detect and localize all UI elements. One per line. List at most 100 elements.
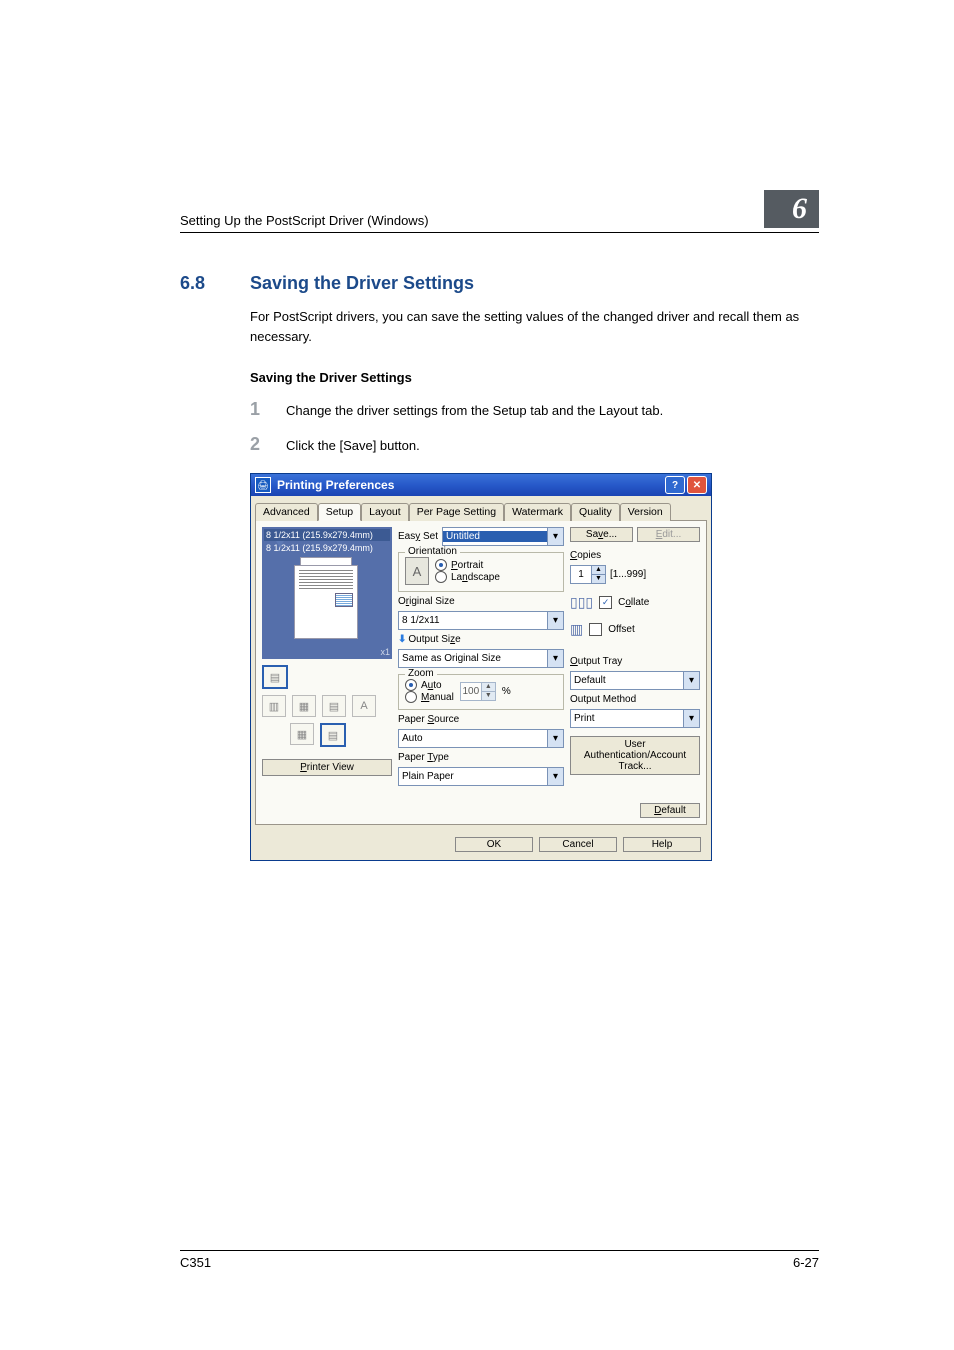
cancel-button[interactable]: Cancel xyxy=(539,837,617,852)
portrait-label: Portrait xyxy=(451,560,483,571)
zoom-spinner[interactable]: 100 ▲▼ xyxy=(460,682,496,701)
save-button[interactable]: Save... xyxy=(570,527,633,542)
preview-tool-row-1: ▤ xyxy=(262,665,392,689)
preview-pane: 8 1/2x11 (215.9x279.4mm) 8 1/2x11 (215.9… xyxy=(262,527,392,818)
tab-layout[interactable]: Layout xyxy=(361,503,409,521)
printing-preferences-dialog: 🖨 Printing Preferences ? ✕ Advanced Setu… xyxy=(250,473,712,861)
printer-view-label: Printer View xyxy=(300,762,354,773)
default-button[interactable]: Default xyxy=(640,803,700,818)
paper-source-label: Paper Source xyxy=(398,714,564,725)
chevron-down-icon[interactable]: ▾ xyxy=(547,730,563,747)
copies-x1-badge: x1 xyxy=(380,647,390,657)
intro-paragraph: For PostScript drivers, you can save the… xyxy=(250,307,819,346)
tab-setup[interactable]: Setup xyxy=(318,503,361,521)
preview-tool-row-2: ▥ ▦ ▤ A xyxy=(262,695,392,717)
easy-set-label: Easy Set xyxy=(398,531,438,542)
paper-type-combo[interactable]: Plain Paper ▾ xyxy=(398,767,564,786)
printer-view-button[interactable]: Printer View xyxy=(262,759,392,776)
tool-icon-5[interactable]: ▦ xyxy=(290,723,314,745)
step-text: Change the driver settings from the Setu… xyxy=(286,403,663,418)
offset-icon: ▥ xyxy=(570,621,583,638)
tool-icon-1[interactable]: ▥ xyxy=(262,695,286,717)
output-size-value: Same as Original Size xyxy=(399,653,547,664)
paper-preview: 8 1/2x11 (215.9x279.4mm) 8 1/2x11 (215.9… xyxy=(262,527,392,659)
original-size-value: 8 1/2x11 xyxy=(399,615,547,626)
copies-label: Copies xyxy=(570,550,700,561)
chevron-down-icon[interactable]: ▾ xyxy=(547,768,563,785)
tab-per-page-setting[interactable]: Per Page Setting xyxy=(409,503,504,521)
original-size-combo[interactable]: 8 1/2x11 ▾ xyxy=(398,611,564,630)
output-tray-value: Default xyxy=(571,675,683,686)
tab-version[interactable]: Version xyxy=(620,503,671,521)
original-size-label: Original Size xyxy=(398,596,564,607)
chevron-down-icon[interactable]: ▾ xyxy=(683,672,699,689)
tab-advanced[interactable]: Advanced xyxy=(255,503,318,521)
save-label: Save... xyxy=(586,529,617,540)
spin-down-icon[interactable]: ▼ xyxy=(592,574,605,583)
tab-strip: Advanced Setup Layout Per Page Setting W… xyxy=(255,502,707,521)
zoom-value: 100 xyxy=(461,683,481,700)
default-label: Default xyxy=(654,805,686,816)
close-icon[interactable]: ✕ xyxy=(687,476,707,494)
step-1: 1 Change the driver settings from the Se… xyxy=(250,399,819,420)
spin-up-icon[interactable]: ▲ xyxy=(592,566,605,574)
help-icon[interactable]: ? xyxy=(665,476,685,494)
chevron-down-icon[interactable]: ▾ xyxy=(547,612,563,629)
copies-spinner[interactable]: 1 ▲▼ xyxy=(570,565,606,584)
output-size-combo[interactable]: Same as Original Size ▾ xyxy=(398,649,564,668)
output-method-combo[interactable]: Print ▾ xyxy=(570,709,700,728)
running-header: Setting Up the PostScript Driver (Window… xyxy=(180,190,819,233)
preview-tool-row-3: ▦ ▤ xyxy=(262,723,392,747)
zoom-auto-label: Auto xyxy=(421,680,442,691)
landscape-radio[interactable]: Landscape xyxy=(435,571,500,583)
chevron-down-icon[interactable]: ▾ xyxy=(547,528,563,545)
page-mode-icon[interactable]: ▤ xyxy=(262,665,288,689)
paper-source-combo[interactable]: Auto ▾ xyxy=(398,729,564,748)
offset-label: Offset xyxy=(608,624,635,635)
sheet-front-icon xyxy=(294,565,358,639)
tab-quality[interactable]: Quality xyxy=(571,503,620,521)
zoom-unit: % xyxy=(502,686,511,697)
easy-set-combo[interactable]: Untitled ▾ xyxy=(442,527,564,546)
zoom-manual-radio[interactable]: Manual xyxy=(405,691,454,703)
output-method-label: Output Method xyxy=(570,694,700,705)
paper-type-value: Plain Paper xyxy=(399,771,547,782)
section-heading: 6.8 Saving the Driver Settings xyxy=(180,273,819,294)
step-number: 1 xyxy=(250,399,286,420)
dialog-title: Printing Preferences xyxy=(277,478,663,492)
tool-icon-3[interactable]: ▤ xyxy=(322,695,346,717)
offset-checkbox[interactable] xyxy=(589,623,602,636)
titlebar[interactable]: 🖨 Printing Preferences ? ✕ xyxy=(251,474,711,496)
tool-icon-6[interactable]: ▤ xyxy=(320,723,346,747)
easy-set-row: Easy Set Untitled ▾ xyxy=(398,527,564,546)
chevron-down-icon[interactable]: ▾ xyxy=(683,710,699,727)
spin-up-icon[interactable]: ▲ xyxy=(482,683,495,691)
page-footer: C351 6-27 xyxy=(180,1250,819,1270)
arrow-down-icon xyxy=(276,541,284,547)
collate-row: ▯▯▯ Collate xyxy=(570,594,700,611)
zoom-auto-radio[interactable]: Auto xyxy=(405,679,454,691)
output-size-label: ⬇Output Size xyxy=(398,634,564,645)
collate-icon: ▯▯▯ xyxy=(570,594,593,611)
tool-icon-2[interactable]: ▦ xyxy=(292,695,316,717)
footer-left: C351 xyxy=(180,1255,211,1270)
spin-down-icon[interactable]: ▼ xyxy=(482,691,495,700)
output-tray-combo[interactable]: Default ▾ xyxy=(570,671,700,690)
tab-watermark[interactable]: Watermark xyxy=(504,503,571,521)
footer-right: 6-27 xyxy=(793,1255,819,1270)
user-auth-button[interactable]: User Authentication/Account Track... xyxy=(570,736,700,775)
tab-content: 8 1/2x11 (215.9x279.4mm) 8 1/2x11 (215.9… xyxy=(255,521,707,825)
chevron-down-icon[interactable]: ▾ xyxy=(547,650,563,667)
tool-icon-4[interactable]: A xyxy=(352,695,376,717)
output-method-value: Print xyxy=(571,713,683,724)
copies-row: 1 ▲▼ [1...999] xyxy=(570,565,700,584)
collate-label: Collate xyxy=(618,597,649,608)
collate-checkbox[interactable] xyxy=(599,596,612,609)
help-button[interactable]: Help xyxy=(623,837,701,852)
page: Setting Up the PostScript Driver (Window… xyxy=(0,0,954,1350)
sub-heading: Saving the Driver Settings xyxy=(250,370,819,385)
portrait-radio[interactable]: Portrait xyxy=(435,559,500,571)
ok-button[interactable]: OK xyxy=(455,837,533,852)
edit-button[interactable]: Edit... xyxy=(637,527,700,542)
zoom-legend: Zoom xyxy=(405,668,437,679)
